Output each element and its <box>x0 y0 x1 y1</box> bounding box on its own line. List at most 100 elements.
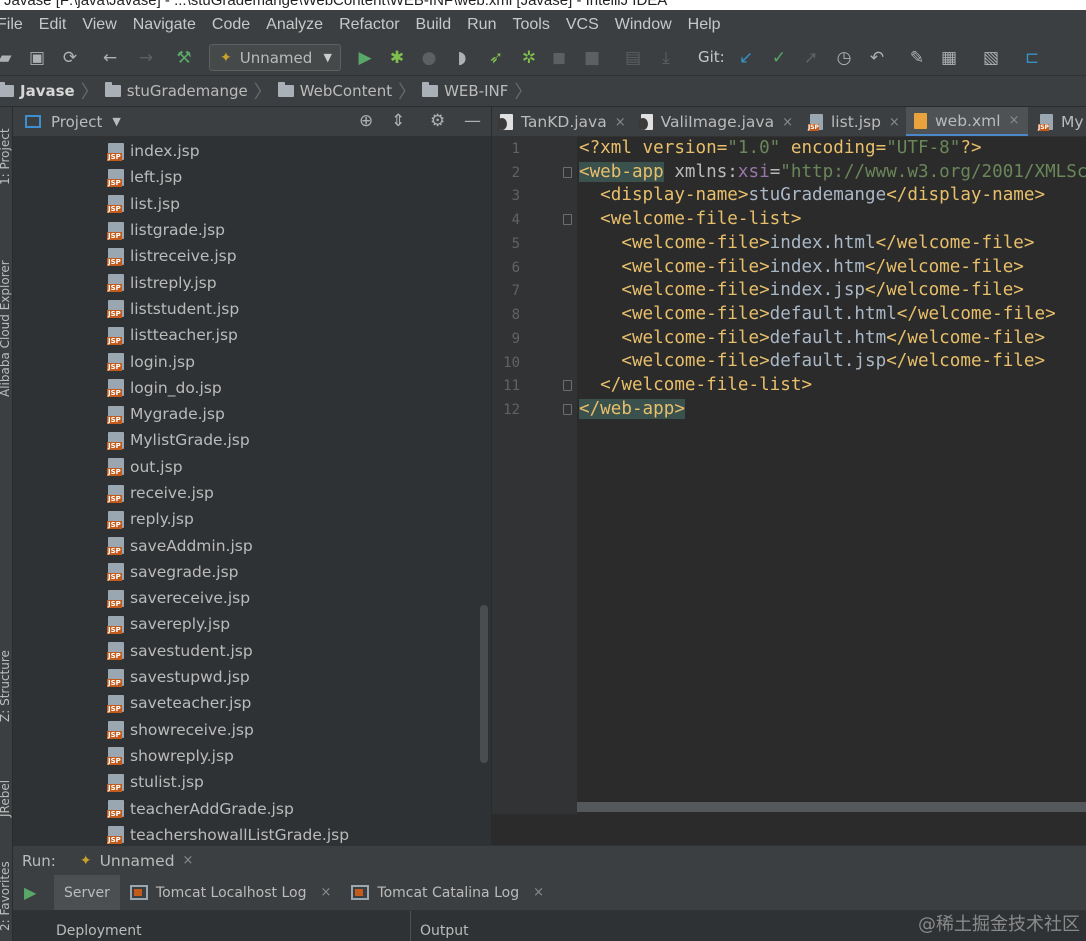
profile-icon[interactable]: ◗ <box>451 47 473 69</box>
revert-icon[interactable]: ↶ <box>866 47 888 69</box>
file-tree-item[interactable]: login.jsp <box>13 348 483 374</box>
history-clock-icon[interactable]: ◷ <box>833 47 855 69</box>
download-icon[interactable]: ⤓ <box>655 47 677 69</box>
tab-tomcat-localhost-log[interactable]: Tomcat Localhost Log × <box>120 875 341 910</box>
project-scrollbar[interactable] <box>480 605 488 763</box>
gear-icon[interactable]: ⚙ <box>430 111 445 131</box>
tool-window-favorites[interactable]: 2: Favorites <box>0 851 12 931</box>
tab-tankd-java[interactable]: TanKD.java × <box>492 107 632 136</box>
file-tree-item[interactable]: showreply.jsp <box>13 743 483 769</box>
open-folder-icon[interactable]: ▰ <box>0 47 16 69</box>
build-hammer-icon[interactable]: ⚒ <box>173 47 195 69</box>
fold-marker-icon[interactable] <box>563 167 572 178</box>
file-tree-item[interactable]: out.jsp <box>13 454 483 480</box>
file-tree-item[interactable]: MylistGrade.jsp <box>13 427 483 453</box>
run-icon[interactable]: ▶ <box>24 883 54 902</box>
run-icon[interactable]: ▶ <box>354 47 376 69</box>
git-compare-icon[interactable]: ➚ <box>800 47 822 69</box>
breadcrumb-item[interactable]: stuGrademange 〉 <box>104 78 272 104</box>
editor-horizontal-scrollbar[interactable] <box>577 802 1086 812</box>
jrebel-run-icon[interactable]: ➶ <box>485 47 507 69</box>
collapse-all-icon[interactable]: ⇕ <box>391 111 405 131</box>
close-icon[interactable]: × <box>183 853 194 868</box>
git-update-icon[interactable]: ↙ <box>735 47 757 69</box>
fold-marker-icon[interactable] <box>563 214 572 225</box>
close-icon[interactable]: × <box>533 885 544 900</box>
file-tree-item[interactable]: savereply.jsp <box>13 611 483 637</box>
file-tree-item[interactable]: savegrade.jsp <box>13 559 483 585</box>
tab-tomcat-catalina-log[interactable]: Tomcat Catalina Log × <box>341 875 554 910</box>
back-arrow-icon[interactable]: ← <box>99 47 121 69</box>
project-panel-title[interactable]: Project <box>51 113 102 131</box>
code-editor[interactable]: <?xml version="1.0" encoding="UTF-8"?> <… <box>577 137 1086 814</box>
debug-icon[interactable]: ✱ <box>386 47 408 69</box>
menu-view[interactable]: View <box>82 16 116 34</box>
tab-server[interactable]: Server <box>54 875 120 910</box>
git-commit-icon[interactable]: ✓ <box>768 47 790 69</box>
project-structure-icon[interactable]: ▤ <box>622 47 644 69</box>
chevron-down-icon[interactable]: ▼ <box>112 115 120 128</box>
close-icon[interactable]: × <box>320 885 331 900</box>
hide-panel-icon[interactable]: — <box>464 111 481 131</box>
locate-target-icon[interactable]: ⊕ <box>359 111 373 131</box>
file-tree-item[interactable]: saveteacher.jsp <box>13 690 483 716</box>
file-tree-item[interactable]: saveAddmin.jsp <box>13 532 483 558</box>
file-tree-item[interactable]: left.jsp <box>13 164 483 190</box>
file-tree-item[interactable]: listreply.jsp <box>13 269 483 295</box>
file-tree-item[interactable]: list.jsp <box>13 191 483 217</box>
close-icon[interactable]: × <box>889 115 900 130</box>
file-tree-item[interactable]: liststudent.jsp <box>13 296 483 322</box>
file-tree-item[interactable]: teacherAddGrade.jsp <box>13 795 483 821</box>
menu-analyze[interactable]: Analyze <box>266 16 323 34</box>
run-config-tab[interactable]: Unnamed <box>100 852 175 870</box>
breadcrumb-item[interactable]: WEB-INF 〉 <box>422 78 532 104</box>
menu-build[interactable]: Build <box>416 16 452 34</box>
stop-icon[interactable]: ■ <box>581 47 603 69</box>
run-config-dropdown[interactable]: ✦ Unnamed ▼ <box>209 44 341 71</box>
settings-wrench-icon[interactable]: ✎ <box>906 47 928 69</box>
tool-window-jrebel[interactable]: JRebel <box>0 757 12 817</box>
tab-web-xml[interactable]: web.xml × <box>906 107 1028 136</box>
forward-arrow-icon[interactable]: → <box>135 47 157 69</box>
close-icon[interactable]: × <box>1009 113 1020 128</box>
tool-window-project[interactable]: 1: Project <box>0 115 12 185</box>
file-tree-item[interactable]: showreceive.jsp <box>13 717 483 743</box>
fold-marker-icon[interactable] <box>563 404 572 415</box>
file-tree-item[interactable]: teachershowallListGrade.jsp <box>13 822 483 845</box>
file-tree-item[interactable]: listgrade.jsp <box>13 217 483 243</box>
tool-window-alibaba-cloud[interactable]: Alibaba Cloud Explorer <box>0 247 12 397</box>
close-icon[interactable]: × <box>782 115 793 130</box>
menu-code[interactable]: Code <box>212 16 250 34</box>
sdk-manager-icon[interactable]: ▧ <box>980 47 1002 69</box>
tool-window-structure[interactable]: Z: Structure <box>0 632 12 722</box>
menu-file[interactable]: File <box>0 16 23 34</box>
menu-help[interactable]: Help <box>688 16 721 34</box>
file-tree-item[interactable]: savestudent.jsp <box>13 638 483 664</box>
breadcrumb-item[interactable]: Javase 〉 <box>0 78 99 104</box>
file-tree-item[interactable]: login_do.jsp <box>13 375 483 401</box>
file-tree-item[interactable]: savestupwd.jsp <box>13 664 483 690</box>
file-tree-item[interactable]: savereceive.jsp <box>13 585 483 611</box>
menu-edit[interactable]: Edit <box>39 16 67 34</box>
attach-icon[interactable]: ◼ <box>548 47 570 69</box>
file-tree-item[interactable]: receive.jsp <box>13 480 483 506</box>
sync-icon[interactable]: ⟳ <box>59 47 81 69</box>
save-all-icon[interactable]: ▣ <box>26 47 48 69</box>
menu-navigate[interactable]: Navigate <box>133 16 196 34</box>
menu-window[interactable]: Window <box>615 16 672 34</box>
file-tree-item[interactable]: reply.jsp <box>13 506 483 532</box>
tab-my[interactable]: My <box>1032 107 1086 136</box>
file-tree-item[interactable]: Mygrade.jsp <box>13 401 483 427</box>
file-tree-item[interactable]: stulist.jsp <box>13 769 483 795</box>
jrebel-debug-icon[interactable]: ✲ <box>518 47 540 69</box>
menu-tools[interactable]: Tools <box>512 16 549 34</box>
coverage-icon[interactable]: ● <box>418 47 440 69</box>
file-tree-item[interactable]: index.jsp <box>13 138 483 164</box>
menu-refactor[interactable]: Refactor <box>339 16 399 34</box>
tab-list-jsp[interactable]: list.jsp × <box>802 107 905 136</box>
tab-valiimage-java[interactable]: ValiImage.java × <box>633 107 793 136</box>
close-icon[interactable]: × <box>615 115 626 130</box>
menu-run[interactable]: Run <box>467 16 496 34</box>
column-divider[interactable] <box>410 911 411 941</box>
project-structure-folder-icon[interactable]: ▦ <box>938 47 960 69</box>
